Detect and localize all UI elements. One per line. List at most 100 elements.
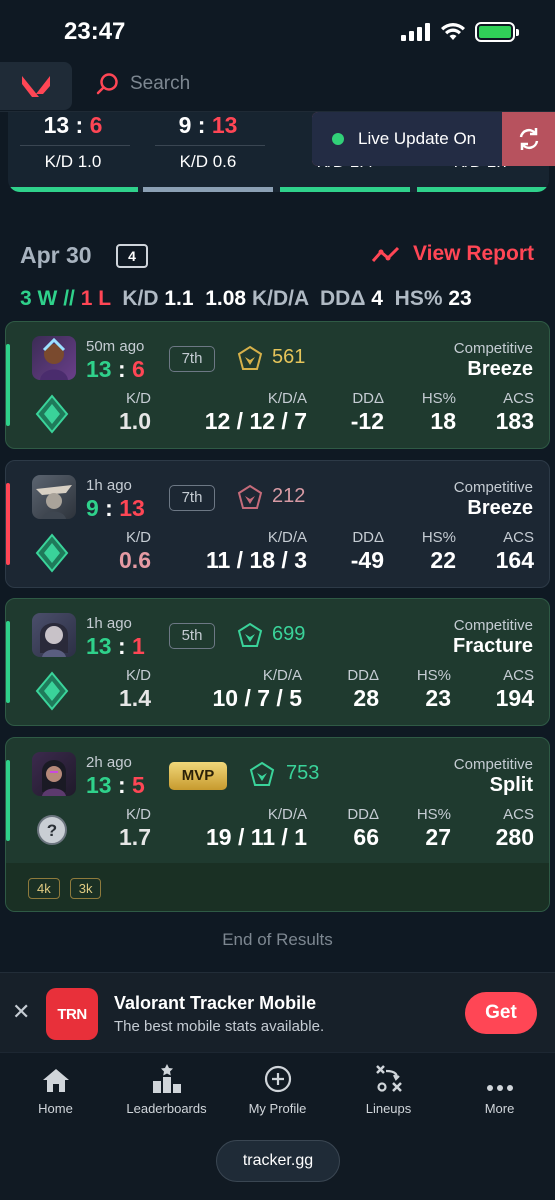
live-update-label: Live Update On <box>358 129 477 148</box>
rank-rating-value: 699 <box>272 623 306 645</box>
match-card[interactable]: 1h ago 9 : 13 7th 212 Competitive Breeze… <box>5 460 550 588</box>
game-mode: Competitive <box>453 617 533 634</box>
match-score: 13 : 6 <box>86 356 145 382</box>
view-report-button[interactable]: View Report <box>371 242 534 266</box>
agent-avatar <box>32 336 76 380</box>
acs-value: 164 <box>495 547 534 573</box>
url-bar[interactable]: tracker.gg <box>216 1140 340 1182</box>
nav-more[interactable]: More <box>444 1063 555 1116</box>
acs-label: ACS <box>503 390 534 407</box>
strip-item[interactable]: 9 : 13 K/D 0.6 <box>143 112 275 192</box>
hs-label: HS% <box>416 806 451 823</box>
kda-value: 10 / 7 / 5 <box>212 685 302 711</box>
home-icon <box>42 1069 69 1092</box>
game-mode: Competitive <box>453 479 533 496</box>
multikill-tags: 4k 3k <box>28 878 102 899</box>
refresh-button[interactable] <box>502 112 555 166</box>
nav-label: Home <box>38 1101 73 1116</box>
nav-label: Leaderboards <box>126 1101 207 1116</box>
trend-chart-icon <box>371 246 400 262</box>
placement-badge: 5th <box>169 623 215 649</box>
dd-label: DDΔ <box>352 529 384 546</box>
match-card[interactable]: 50m ago 13 : 6 7th 561 Competitive Breez… <box>5 321 550 449</box>
strip-score: 13 : 6 <box>43 112 103 138</box>
match-score: 13 : 1 <box>86 633 145 659</box>
map-name: Split <box>489 774 533 796</box>
acs-value: 280 <box>495 824 534 850</box>
dd-label: DDΔ <box>352 390 384 407</box>
kd-value: 0.6 <box>119 547 151 573</box>
hs-value: 18 <box>430 408 456 434</box>
leaderboard-icon <box>152 1064 181 1093</box>
acs-value: 183 <box>495 408 534 434</box>
agent-avatar <box>32 475 76 519</box>
nav-home[interactable]: Home <box>0 1063 111 1116</box>
agent-avatar <box>32 613 76 657</box>
valorant-logo-button[interactable] <box>0 62 72 110</box>
status-bar: 23:47 <box>0 0 555 60</box>
app-header: Search <box>0 60 555 112</box>
match-time-ago: 1h ago <box>86 477 132 494</box>
view-report-label: View Report <box>413 242 534 265</box>
clock: 23:47 <box>64 18 126 45</box>
match-time-ago: 2h ago <box>86 754 132 771</box>
match-score: 13 : 5 <box>86 772 145 798</box>
strip-item[interactable]: 13 : 6 K/D 1.0 <box>8 112 140 192</box>
placement-badge: 7th <box>169 485 215 511</box>
acs-value: 194 <box>495 685 534 711</box>
kd-value: 1.7 <box>119 824 151 850</box>
kd-value: 1.4 <box>119 685 151 711</box>
match-time-ago: 50m ago <box>86 338 145 355</box>
live-update-toast[interactable]: Live Update On <box>312 112 555 166</box>
promo-subtitle: The best mobile stats available. <box>114 1018 325 1035</box>
nav-my-profile[interactable]: My Profile <box>222 1063 333 1116</box>
end-of-results: End of Results <box>222 930 333 949</box>
rank-rating-icon <box>237 622 263 647</box>
nav-leaderboards[interactable]: Leaderboards <box>111 1063 222 1116</box>
match-time-ago: 1h ago <box>86 615 132 632</box>
acs-label: ACS <box>503 806 534 823</box>
rank-rating-icon <box>237 345 263 370</box>
match-card[interactable]: 2h ago 13 : 5 MVP 753 Competitive Split … <box>5 737 550 912</box>
trn-logo: TRN <box>46 988 98 1040</box>
kda-value: 19 / 11 / 1 <box>205 824 307 850</box>
kd-value: 1.0 <box>119 408 151 434</box>
mvp-badge: MVP <box>169 762 227 790</box>
nav-lineups[interactable]: Lineups <box>333 1063 444 1116</box>
kda-value: 11 / 18 / 3 <box>205 547 307 573</box>
hs-label: HS% <box>416 667 451 684</box>
map-name: Breeze <box>467 358 533 380</box>
kda-label: K/D/A <box>267 806 307 823</box>
hs-value: 22 <box>430 547 456 573</box>
match-card[interactable]: 1h ago 13 : 1 5th 699 Competitive Fractu… <box>5 598 550 726</box>
dd-value: -12 <box>350 408 384 434</box>
kd-label: K/D <box>125 667 151 684</box>
get-app-button[interactable]: Get <box>465 992 537 1034</box>
kda-label: K/D/A <box>267 529 307 546</box>
search-bar[interactable]: Search <box>96 72 190 96</box>
signal-icon <box>401 23 430 41</box>
svg-text:?: ? <box>47 821 57 840</box>
dd-value: -49 <box>350 547 384 573</box>
kd-label: K/D <box>125 529 151 546</box>
kda-label: K/D/A <box>267 390 307 407</box>
strip-score: 9 : 13 <box>178 112 238 138</box>
game-mode: Competitive <box>453 756 533 773</box>
hs-label: HS% <box>421 529 456 546</box>
agent-avatar <box>32 752 76 796</box>
rank-icon <box>35 671 69 711</box>
match-score: 9 : 13 <box>86 495 145 521</box>
close-icon[interactable]: ✕ <box>12 999 30 1025</box>
hs-value: 27 <box>425 824 451 850</box>
search-placeholder: Search <box>130 73 191 94</box>
promo-title: Valorant Tracker Mobile <box>114 993 317 1013</box>
multikill-tag: 3k <box>69 878 102 899</box>
valorant-logo-icon <box>22 76 50 97</box>
status-icons <box>401 22 519 42</box>
rank-rating-value: 753 <box>286 762 320 784</box>
plus-circle-icon <box>264 1065 291 1093</box>
day-header: Apr 30 4 View Report <box>20 240 540 274</box>
map-name: Fracture <box>452 635 533 657</box>
rank-rating-icon <box>249 761 275 786</box>
hs-value: 23 <box>425 685 451 711</box>
